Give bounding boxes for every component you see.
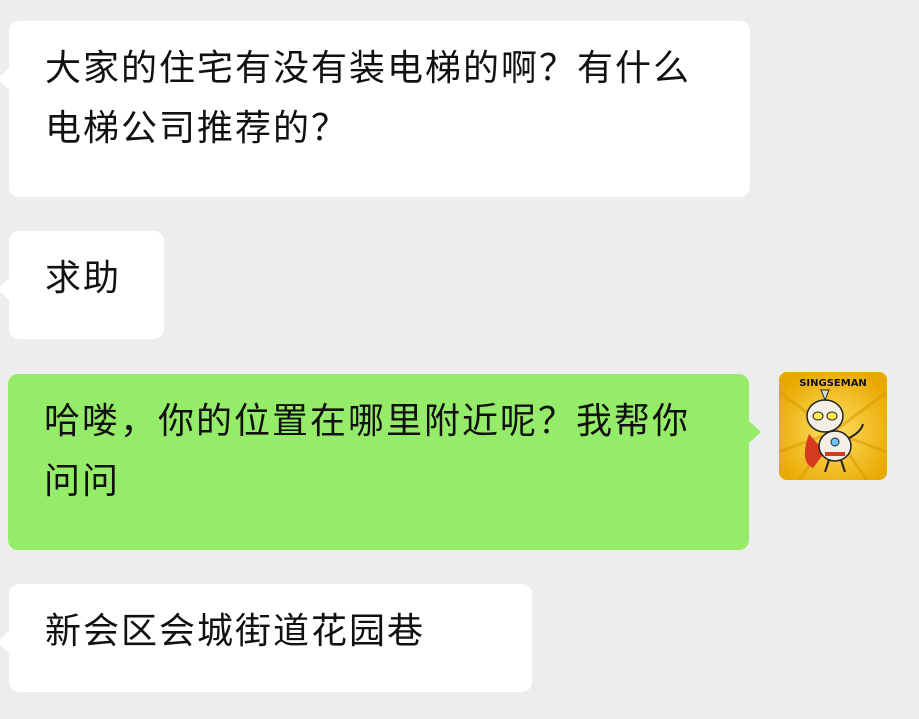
message-bubble-outgoing[interactable]: 哈喽，你的位置在哪里附近呢？我帮你问问 (8, 374, 761, 550)
message-bubble-incoming[interactable]: 大家的住宅有没有装电梯的啊？有什么电梯公司推荐的？ (0, 21, 750, 197)
message-text: 求助 (45, 258, 122, 299)
message-text: 哈喽，你的位置在哪里附近呢？我帮你问问 (44, 401, 691, 502)
message-text: 大家的住宅有没有装电梯的啊？有什么电梯公司推荐的？ (45, 48, 692, 149)
avatar-label: SINGSEMAN (799, 378, 867, 389)
chat-area: 大家的住宅有没有装电梯的啊？有什么电梯公司推荐的？ 求助 哈喽，你的位置在哪里附… (0, 0, 919, 719)
message-text: 新会区会城街道花园巷 (45, 611, 426, 652)
avatar[interactable]: SINGSEMAN (779, 372, 887, 480)
message-bubble-incoming[interactable]: 新会区会城街道花园巷 (0, 584, 532, 692)
message-bubble-incoming[interactable]: 求助 (0, 231, 164, 339)
